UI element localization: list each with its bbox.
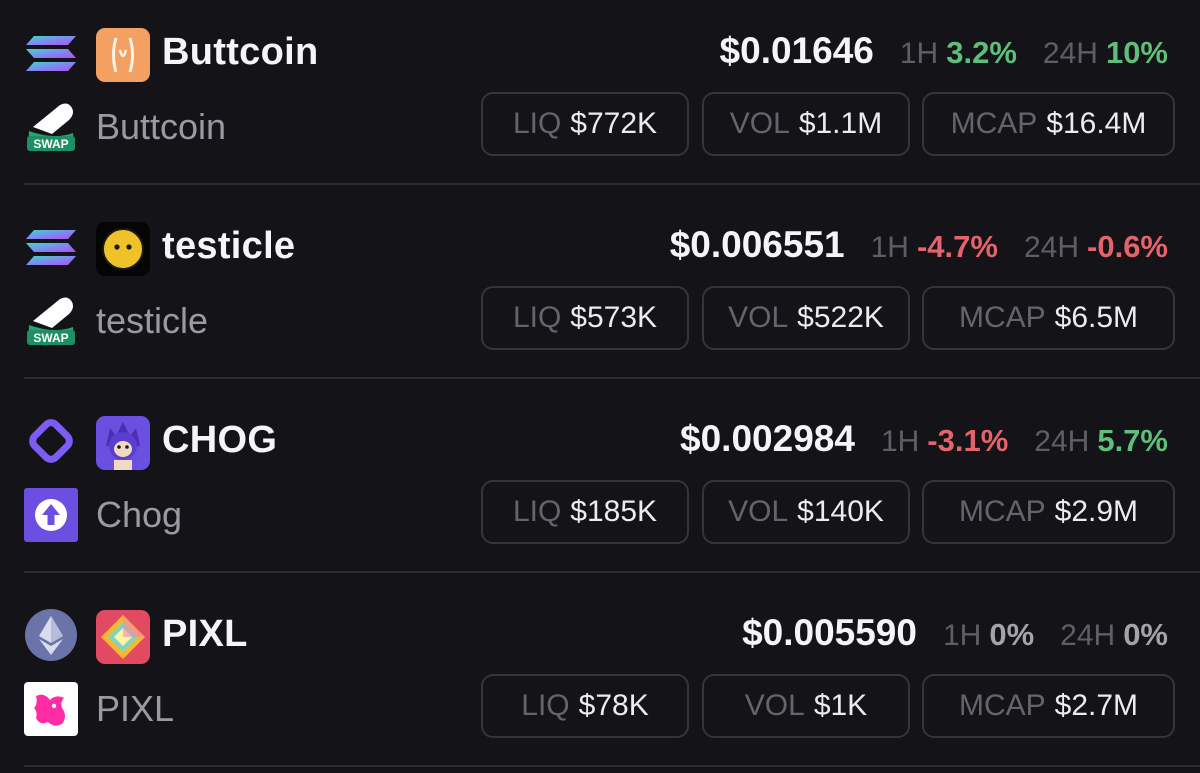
market-cap-pill[interactable]: MCAP $6.5M (922, 286, 1175, 350)
liquidity-pill[interactable]: LIQ $78K (481, 674, 689, 738)
price-line: $0.006551 1H -4.7% 24H -0.6% (670, 224, 1168, 266)
liquidity-pill[interactable]: LIQ $573K (481, 286, 689, 350)
volume-label: VOL (729, 107, 790, 140)
swap-badge-text: SWAP (33, 331, 68, 345)
buttcoin-logo-icon (96, 28, 150, 82)
volume-label: VOL (744, 689, 805, 722)
chog-logo-icon (96, 416, 150, 470)
timeframe-1h-label: 1H (870, 231, 909, 264)
upload-arrow-icon (24, 488, 78, 542)
token-name: Buttcoin (96, 106, 227, 147)
token-price: $0.006551 (669, 224, 845, 265)
token-name: PIXL (96, 688, 175, 729)
change-24h: 0% (1123, 617, 1168, 652)
timeframe-1h-label: 1H (880, 425, 920, 458)
swap-pill-icon: SWAP (27, 297, 75, 346)
token-price: $0.01646 (719, 30, 874, 71)
change-1h: -3.1% (927, 423, 1009, 458)
token-price: $0.002984 (680, 418, 855, 459)
liquidity-label: LIQ (512, 301, 562, 334)
testicle-logo-icon (96, 222, 150, 276)
solana-icon (26, 230, 76, 265)
volume-label: VOL (728, 301, 789, 334)
market-cap-value: $6.5M (1054, 301, 1139, 334)
liquidity-label: LIQ (512, 495, 562, 528)
change-1h: 3.2% (946, 35, 1017, 70)
token-symbol[interactable]: CHOG (162, 419, 277, 462)
token-name: Chog (96, 494, 183, 535)
market-cap-label: MCAP (958, 301, 1046, 334)
timeframe-1h-label: 1H (942, 619, 982, 652)
liquidity-value: $772K (570, 107, 658, 140)
monad-icon (29, 419, 73, 463)
volume-value: $1K (813, 689, 868, 722)
market-cap-label: MCAP (950, 107, 1038, 140)
timeframe-24h-label: 24H (1042, 37, 1098, 70)
market-cap-label: MCAP (958, 689, 1046, 722)
uniswap-unicorn-icon (24, 682, 78, 736)
swap-pill-icon: SWAP (27, 103, 75, 152)
market-cap-pill[interactable]: MCAP $2.7M (922, 674, 1175, 738)
change-24h: 10% (1105, 35, 1168, 70)
liquidity-pill[interactable]: LIQ $772K (481, 92, 689, 156)
row-divider (24, 377, 1200, 379)
token-symbol[interactable]: PIXL (162, 613, 248, 656)
row-divider (24, 571, 1200, 573)
market-cap-pill[interactable]: MCAP $16.4M (922, 92, 1175, 156)
liquidity-label: LIQ (512, 107, 562, 140)
swap-badge-text: SWAP (33, 137, 68, 151)
timeframe-1h-label: 1H (899, 37, 939, 70)
liquidity-label: LIQ (521, 689, 570, 722)
volume-value: $140K (797, 495, 884, 528)
liquidity-pill[interactable]: LIQ $185K (481, 480, 689, 544)
row-divider (24, 765, 1200, 767)
market-cap-pill[interactable]: MCAP $2.9M (922, 480, 1175, 544)
price-line: $0.002984 1H -3.1% 24H 5.7% (680, 418, 1168, 460)
token-row[interactable]: PIXL PIXL $0.005590 1H 0% 24H 0% LIQ $78… (0, 582, 1200, 773)
token-row[interactable]: CHOG Chog $0.002984 1H -3.1% 24H 5.7% LI… (0, 388, 1200, 582)
volume-label: VOL (728, 495, 789, 528)
volume-value: $1.1M (798, 107, 883, 140)
market-cap-value: $2.7M (1054, 689, 1139, 722)
token-price: $0.005590 (742, 612, 917, 653)
token-row[interactable]: Buttcoin SWAP Buttcoin $0.01646 1H 3.2% … (0, 0, 1200, 194)
pixl-logo-icon (96, 610, 150, 664)
change-1h: -4.7% (916, 229, 998, 264)
token-symbol[interactable]: testicle (162, 225, 295, 268)
solana-icon (26, 36, 76, 71)
change-1h: 0% (989, 617, 1035, 652)
liquidity-value: $78K (578, 689, 649, 722)
volume-pill[interactable]: VOL $522K (702, 286, 910, 350)
volume-pill[interactable]: VOL $1K (702, 674, 910, 738)
timeframe-24h-label: 24H (1060, 619, 1116, 652)
timeframe-24h-label: 24H (1023, 231, 1080, 264)
token-symbol[interactable]: Buttcoin (162, 31, 318, 74)
timeframe-24h-label: 24H (1034, 425, 1090, 458)
liquidity-value: $185K (570, 495, 658, 528)
price-line: $0.01646 1H 3.2% 24H 10% (720, 30, 1168, 72)
volume-value: $522K (797, 301, 884, 334)
volume-pill[interactable]: VOL $140K (702, 480, 910, 544)
market-cap-value: $2.9M (1054, 495, 1139, 528)
price-line: $0.005590 1H 0% 24H 0% (742, 612, 1168, 654)
market-cap-label: MCAP (958, 495, 1046, 528)
row-divider (24, 183, 1200, 185)
liquidity-value: $573K (570, 301, 658, 334)
ethereum-icon (25, 609, 77, 661)
market-cap-value: $16.4M (1046, 107, 1147, 140)
token-name: testicle (96, 300, 209, 341)
change-24h: -0.6% (1087, 229, 1168, 264)
volume-pill[interactable]: VOL $1.1M (702, 92, 910, 156)
change-24h: 5.7% (1097, 423, 1168, 458)
token-row[interactable]: testicle SWAP testicle $0.006551 1H -4.7… (0, 194, 1200, 388)
